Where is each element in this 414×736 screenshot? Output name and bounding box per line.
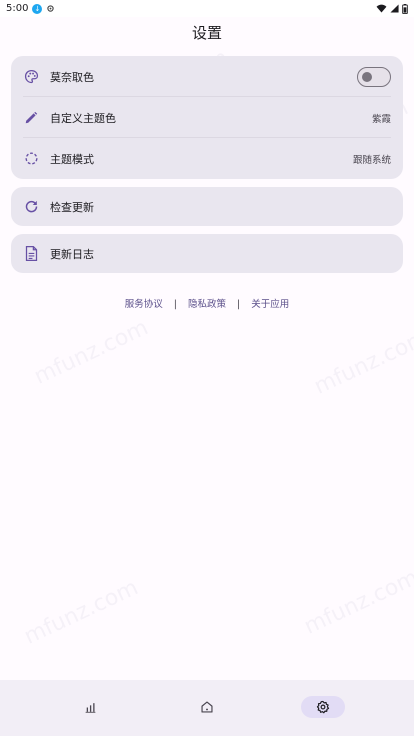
battery-icon — [402, 3, 408, 14]
changelog-card[interactable]: 更新日志 — [11, 234, 403, 273]
palette-icon — [23, 69, 39, 85]
custom-theme-color-label: 自定义主题色 — [50, 111, 116, 125]
watermark: mfunz.com — [300, 565, 414, 640]
status-left: 5:00 ↓ — [6, 3, 55, 14]
status-time: 5:00 — [6, 3, 29, 14]
bottom-navigation — [0, 680, 414, 736]
refresh-icon — [23, 199, 39, 215]
theme-mode-label: 主题模式 — [50, 152, 94, 166]
pencil-icon — [23, 110, 39, 126]
terms-of-service-link[interactable]: 服务协议 — [125, 299, 163, 310]
status-bar: 5:00 ↓ — [0, 0, 414, 17]
changelog-row[interactable]: 更新日志 — [11, 234, 403, 273]
watermark: mfunz.com — [30, 315, 153, 390]
check-update-card[interactable]: 检查更新 — [11, 187, 403, 226]
monet-color-toggle[interactable] — [357, 66, 391, 87]
wifi-icon — [376, 4, 387, 13]
nav-home[interactable] — [185, 696, 229, 718]
watermark: mfunz.com — [20, 575, 143, 650]
toggle-knob — [362, 71, 372, 82]
privacy-policy-link[interactable]: 隐私政策 — [188, 299, 226, 310]
about-app-link[interactable]: 关于应用 — [251, 299, 289, 310]
document-icon — [23, 246, 39, 262]
settings-notification-icon — [47, 5, 55, 12]
theme-mode-value: 跟随系统 — [352, 154, 391, 166]
status-right — [376, 3, 408, 14]
watermark: mfunz.com — [310, 325, 414, 400]
custom-theme-color-row[interactable]: 自定义主题色 紫霞 — [11, 97, 403, 138]
chart-icon — [85, 702, 95, 713]
monet-color-label: 莫奈取色 — [50, 70, 94, 84]
theme-mode-row[interactable]: 主题模式 跟随系统 — [11, 138, 403, 179]
settings-gear-icon — [316, 700, 330, 714]
dashed-circle-icon — [23, 151, 39, 167]
page-title: 设置 — [191, 24, 222, 42]
home-icon — [201, 701, 213, 713]
nav-settings[interactable] — [301, 696, 345, 718]
changelog-label: 更新日志 — [50, 247, 94, 261]
theme-settings-card: 莫奈取色 自定义主题色 紫霞 主题模式 跟随系统 — [11, 56, 403, 179]
custom-theme-color-value: 紫霞 — [371, 113, 391, 125]
link-separator: | — [237, 299, 241, 310]
check-update-label: 检查更新 — [50, 200, 94, 214]
check-update-row[interactable]: 检查更新 — [11, 187, 403, 226]
link-separator: | — [173, 299, 177, 310]
footer-links: 服务协议 | 隐私政策 | 关于应用 — [0, 296, 414, 310]
nav-stats[interactable] — [68, 696, 112, 718]
download-notification-icon: ↓ — [32, 3, 43, 14]
signal-icon — [390, 4, 399, 13]
monet-color-row[interactable]: 莫奈取色 — [11, 56, 403, 97]
